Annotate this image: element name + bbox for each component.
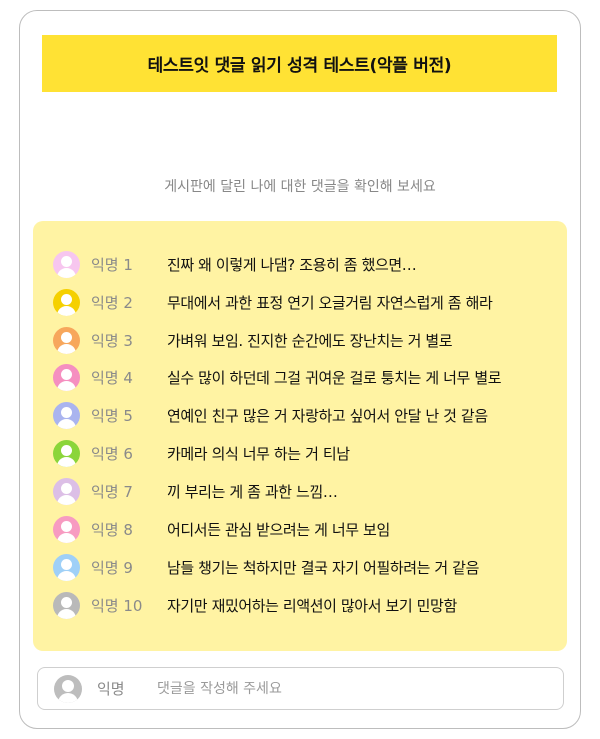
comment-row-4: 익명 4 실수 많이 하던데 그걸 귀여운 걸로 퉁치는 게 너무 별로 (53, 362, 502, 392)
avatar-icon (53, 326, 80, 354)
comment-user: 익명 6 (91, 444, 133, 463)
title-banner: 테스트잇 댓글 읽기 성격 테스트(악플 버전) (42, 35, 557, 92)
comment-user: 익명 2 (91, 293, 133, 312)
avatar-icon (53, 401, 80, 429)
avatar-icon (53, 477, 80, 505)
comment-user: 익명 8 (91, 520, 133, 539)
comment-user: 익명 10 (91, 596, 143, 615)
page-title: 테스트잇 댓글 읽기 성격 테스트(악플 버전) (147, 56, 452, 76)
comment-text: 끼 부리는 게 좀 과한 느낌… (167, 482, 338, 501)
comment-row-10: 익명 10 자기만 재밌어하는 리액션이 많아서 보기 민망함 (53, 590, 457, 620)
comment-row-3: 익명 3 가벼워 보임. 진지한 순간에도 장난치는 거 별로 (53, 325, 453, 355)
comment-text: 어디서든 관심 받으려는 게 너무 보임 (167, 520, 390, 539)
input-user-label: 익명 (97, 680, 125, 698)
avatar-icon (53, 553, 80, 581)
comment-user: 익명 4 (91, 368, 133, 387)
avatar-icon (53, 515, 80, 543)
comment-row-1: 익명 1 진짜 왜 이렇게 나댐? 조용히 좀 했으면… (53, 249, 417, 279)
avatar-icon (53, 288, 80, 316)
comment-text: 연예인 친구 많은 거 자랑하고 싶어서 안달 난 것 같음 (167, 406, 488, 425)
avatar-icon (53, 250, 80, 278)
comment-row-8: 익명 8 어디서든 관심 받으려는 게 너무 보임 (53, 514, 390, 544)
subtitle: 게시판에 달린 나에 대한 댓글을 확인해 보세요 (164, 179, 436, 195)
comment-text: 진짜 왜 이렇게 나댐? 조용히 좀 했으면… (167, 255, 417, 274)
comment-input-box[interactable]: 익명 (37, 667, 564, 710)
comment-text: 실수 많이 하던데 그걸 귀여운 걸로 퉁치는 게 너무 별로 (167, 368, 502, 387)
comment-user: 익명 7 (91, 482, 133, 501)
avatar-icon (53, 591, 80, 619)
comment-text: 자기만 재밌어하는 리액션이 많아서 보기 민망함 (167, 596, 457, 615)
comment-row-9: 익명 9 남들 챙기는 척하지만 결국 자기 어필하려는 거 같음 (53, 552, 479, 582)
comment-row-2: 익명 2 무대에서 과한 표정 연기 오글거림 자연스럽게 좀 해라 (53, 287, 493, 317)
comment-user: 익명 1 (91, 255, 133, 274)
comment-user: 익명 9 (91, 558, 133, 577)
comment-row-7: 익명 7 끼 부리는 게 좀 과한 느낌… (53, 476, 338, 506)
comment-user: 익명 5 (91, 406, 133, 425)
avatar-icon (53, 363, 80, 391)
comment-user: 익명 3 (91, 331, 133, 350)
comment-text: 가벼워 보임. 진지한 순간에도 장난치는 거 별로 (167, 331, 453, 350)
comment-text: 카메라 의식 너무 하는 거 티남 (167, 444, 350, 463)
comment-input[interactable] (157, 680, 517, 697)
comment-row-6: 익명 6 카메라 의식 너무 하는 거 티남 (53, 438, 350, 468)
comment-text: 남들 챙기는 척하지만 결국 자기 어필하려는 거 같음 (167, 558, 479, 577)
comment-list: 익명 1 진짜 왜 이렇게 나댐? 조용히 좀 했으면… 익명 2 무대에서 과… (33, 221, 567, 651)
avatar-icon (54, 674, 82, 703)
avatar-icon (53, 439, 80, 467)
comment-text: 무대에서 과한 표정 연기 오글거림 자연스럽게 좀 해라 (167, 293, 493, 312)
comment-row-5: 익명 5 연예인 친구 많은 거 자랑하고 싶어서 안달 난 것 같음 (53, 400, 488, 430)
